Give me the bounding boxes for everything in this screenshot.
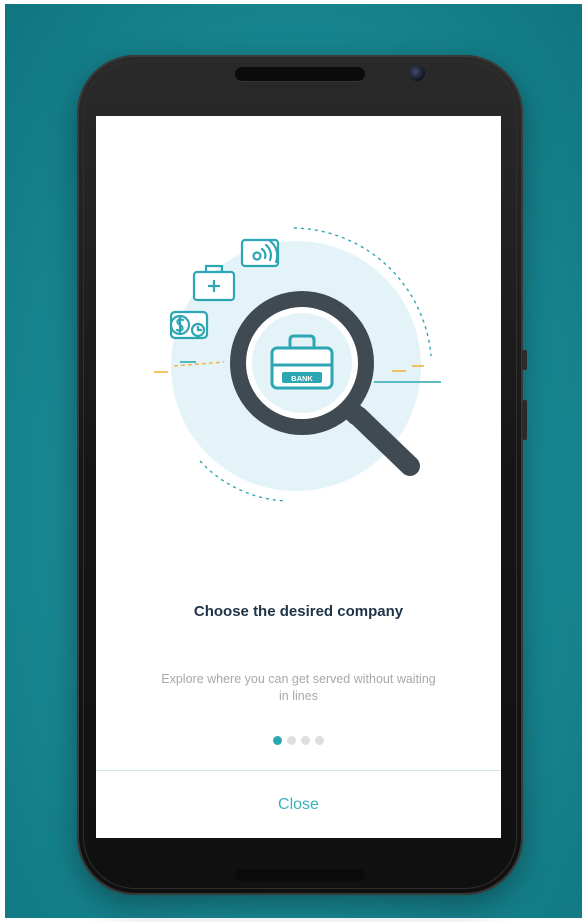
onboarding-illustration: BANK bbox=[154, 227, 441, 502]
close-button[interactable]: Close bbox=[96, 771, 501, 838]
bank-label: BANK bbox=[291, 374, 313, 383]
page-dot-2[interactable] bbox=[287, 736, 296, 745]
page-dot-3[interactable] bbox=[301, 736, 310, 745]
onboarding-description: Explore where you can get served without… bbox=[161, 672, 436, 703]
onboarding-screen: BANK Choose the desired company Explore … bbox=[96, 116, 501, 838]
page-indicator bbox=[96, 736, 501, 745]
power-button[interactable] bbox=[522, 350, 527, 370]
page-dot-1[interactable] bbox=[273, 736, 282, 745]
onboarding-title: Choose the desired company bbox=[193, 603, 404, 620]
bottom-speaker bbox=[235, 869, 365, 881]
top-speaker bbox=[235, 67, 365, 81]
satellite-card-icon bbox=[240, 238, 280, 268]
front-camera bbox=[409, 65, 425, 81]
volume-button[interactable] bbox=[522, 400, 527, 440]
money-bill-icon bbox=[169, 310, 209, 340]
medical-kit-icon bbox=[192, 264, 236, 302]
page-dot-4[interactable] bbox=[315, 736, 324, 745]
